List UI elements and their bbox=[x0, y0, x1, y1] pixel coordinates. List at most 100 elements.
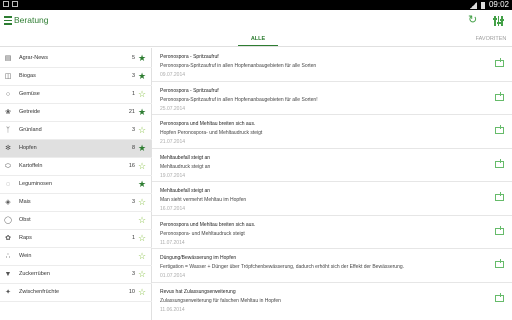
clock: 09:02 bbox=[488, 0, 509, 9]
download-mail-icon[interactable] bbox=[495, 294, 504, 302]
news-subtitle: Peronospora- und Mehltaudruck steigt bbox=[160, 230, 245, 237]
newspaper-icon: ▤ bbox=[4, 55, 12, 62]
star-outline-icon[interactable]: ☆ bbox=[138, 251, 146, 261]
grassland-icon: ᛉ bbox=[5, 127, 11, 134]
battery-icon bbox=[480, 1, 485, 9]
menu-icon[interactable] bbox=[4, 16, 12, 25]
category-label: Wein bbox=[19, 253, 32, 259]
news-subtitle: Man sieht vermehrt Mehltau im Hopfen bbox=[160, 197, 247, 203]
news-subtitle: Hopfen Peronospora- und Mehltaudruck ste… bbox=[160, 130, 263, 136]
category-item[interactable]: ◯ Obst ☆ bbox=[0, 212, 152, 230]
download-mail-icon[interactable] bbox=[495, 194, 504, 201]
news-subtitle: Zulassungserweiterung für falschen Mehlt… bbox=[160, 297, 281, 304]
star-outline-icon[interactable]: ☆ bbox=[138, 161, 146, 171]
download-mail-icon[interactable] bbox=[495, 160, 504, 168]
news-date: 21.07.2014 bbox=[160, 139, 186, 145]
news-date: 11.07.2014 bbox=[160, 239, 185, 246]
news-item[interactable]: Düngung/Bewässerung im Hopfen Fertigatio… bbox=[152, 249, 512, 283]
sugarbeet-icon: ▼ bbox=[4, 271, 12, 278]
notification-icon bbox=[12, 1, 18, 7]
news-item[interactable]: Revus hat Zulassungserweiterung Zulassun… bbox=[152, 283, 512, 317]
news-item[interactable]: Peronospora - Spritzaufruf Peronospora-S… bbox=[152, 48, 512, 82]
star-outline-icon[interactable]: ☆ bbox=[138, 233, 146, 243]
rapeseed-icon: ✿ bbox=[5, 235, 11, 242]
star-outline-icon[interactable]: ☆ bbox=[138, 269, 146, 279]
star-outline-icon[interactable]: ☆ bbox=[138, 89, 146, 99]
news-title: Mehltaubefall steigt an bbox=[160, 188, 211, 194]
category-label: Agrar-News bbox=[19, 55, 49, 61]
category-count: 3 bbox=[131, 271, 135, 277]
category-count: 16 bbox=[128, 163, 135, 169]
category-count: 8 bbox=[131, 145, 135, 151]
news-title: Düngung/Bewässerung im Hopfen bbox=[160, 255, 237, 261]
category-label: Raps bbox=[19, 235, 32, 241]
news-item[interactable]: Peronospora und Mehltau breiten sich aus… bbox=[152, 115, 512, 149]
category-count: 3 bbox=[131, 199, 135, 205]
category-item[interactable]: ❀ Getreide 21 ★ bbox=[0, 104, 152, 122]
news-title: Peronospora und Mehltau breiten sich aus… bbox=[160, 121, 256, 127]
star-outline-icon[interactable]: ☆ bbox=[138, 287, 146, 297]
hop-icon: ✻ bbox=[5, 145, 11, 152]
category-item[interactable]: ◌ Leguminosen ★ bbox=[0, 176, 152, 194]
category-item[interactable]: ◫ Biogas 3 ★ bbox=[0, 68, 152, 86]
category-count: 5 bbox=[131, 55, 135, 61]
category-item[interactable]: ▤ Agrar-News 5 ★ bbox=[0, 50, 152, 68]
grain-icon: ❀ bbox=[5, 109, 11, 116]
category-label: Obst bbox=[19, 217, 31, 223]
cover-crop-icon: ✦ bbox=[5, 289, 11, 296]
category-item[interactable]: ✦ Zwischenfrüchte 10 ☆ bbox=[0, 284, 152, 302]
category-item[interactable]: ○ Gemüse 1 ☆ bbox=[0, 86, 152, 104]
news-title: Revus hat Zulassungserweiterung bbox=[160, 288, 236, 295]
category-sidebar: ▤ Agrar-News 5 ★ ◫ Biogas 3 ★ ○ Gemüse 1… bbox=[0, 48, 152, 320]
news-date: 16.07.2014 bbox=[160, 206, 186, 212]
category-item[interactable]: ◈ Mais 3 ☆ bbox=[0, 194, 152, 212]
category-label: Zwischenfrüchte bbox=[19, 289, 60, 295]
category-count: 3 bbox=[131, 127, 135, 133]
star-filled-icon[interactable]: ★ bbox=[138, 179, 146, 189]
category-item[interactable]: ∴ Wein ☆ bbox=[0, 248, 152, 266]
category-label: Getreide bbox=[19, 109, 41, 115]
news-item[interactable]: Peronospora und Mehltau breiten sich aus… bbox=[152, 216, 512, 249]
download-mail-icon[interactable] bbox=[495, 227, 504, 235]
tab-favoriten[interactable]: FAVORITEN bbox=[470, 33, 512, 47]
category-count: 3 bbox=[131, 73, 135, 79]
star-outline-icon[interactable]: ☆ bbox=[138, 215, 146, 225]
news-date: 25.07.2014 bbox=[160, 105, 186, 112]
download-mail-icon[interactable] bbox=[495, 60, 504, 67]
download-mail-icon[interactable] bbox=[495, 93, 504, 101]
news-title: Peronospora - Spritzaufruf bbox=[160, 54, 219, 60]
refresh-icon[interactable]: ↻ bbox=[468, 15, 477, 26]
news-item[interactable]: Mehltaubefall steigt an Mehltaudruck ste… bbox=[152, 149, 512, 182]
category-item[interactable]: ✿ Raps 1 ☆ bbox=[0, 230, 152, 248]
star-filled-icon[interactable]: ★ bbox=[138, 71, 146, 81]
category-item[interactable]: ⬭ Kartoffeln 16 ☆ bbox=[0, 158, 152, 176]
grape-icon: ∴ bbox=[5, 253, 11, 260]
news-date: 11.06.2014 bbox=[160, 306, 185, 313]
category-item[interactable]: ▼ Zuckerrüben 3 ☆ bbox=[0, 266, 152, 284]
fruit-icon: ◯ bbox=[4, 217, 12, 224]
category-count: 1 bbox=[131, 91, 135, 97]
legume-icon: ◌ bbox=[5, 181, 11, 188]
corn-icon: ◈ bbox=[5, 199, 11, 206]
star-outline-icon[interactable]: ☆ bbox=[138, 197, 146, 207]
star-filled-icon[interactable]: ★ bbox=[138, 107, 146, 117]
news-date: 19.07.2014 bbox=[160, 172, 186, 179]
category-label: Zuckerrüben bbox=[19, 271, 50, 277]
news-subtitle: Peronospora-Spritzaufruf in allen Hopfen… bbox=[160, 96, 318, 103]
category-item-selected[interactable]: ✻ Hopfen 8 ★ bbox=[0, 140, 152, 158]
category-item[interactable]: ᛉ Grünland 3 ☆ bbox=[0, 122, 152, 140]
star-outline-icon[interactable]: ☆ bbox=[138, 125, 146, 135]
download-mail-icon[interactable] bbox=[495, 261, 504, 268]
star-filled-icon[interactable]: ★ bbox=[138, 53, 146, 63]
news-item[interactable]: Mehltaubefall steigt an Man sieht vermeh… bbox=[152, 182, 512, 216]
star-filled-icon[interactable]: ★ bbox=[138, 143, 146, 153]
news-item[interactable]: Peronospora - Spritzaufruf Peronospora-S… bbox=[152, 82, 512, 115]
filter-settings-icon[interactable] bbox=[493, 16, 504, 26]
tab-alle[interactable]: ALLE bbox=[238, 33, 278, 47]
news-date: 09.07.2014 bbox=[160, 72, 186, 78]
signal-icon bbox=[469, 1, 477, 9]
status-bar: 09:02 bbox=[0, 0, 512, 10]
download-mail-icon[interactable] bbox=[495, 127, 504, 134]
category-label: Leguminosen bbox=[19, 181, 53, 187]
news-list: Peronospora - Spritzaufruf Peronospora-S… bbox=[152, 48, 512, 320]
